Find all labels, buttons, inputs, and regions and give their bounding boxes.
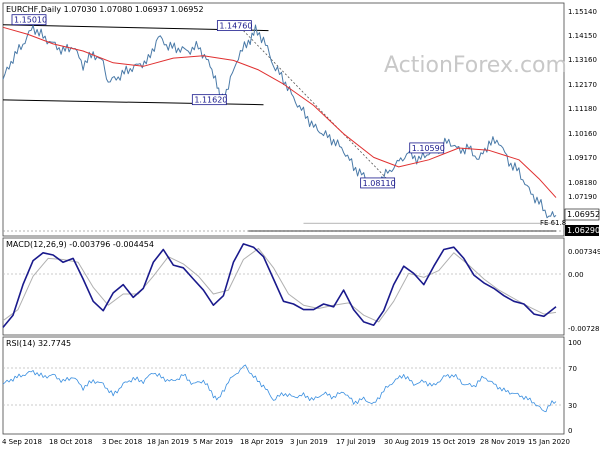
x-tick-label: 18 Apr 2019 xyxy=(240,438,283,446)
macd-y-tick-label: -0.007285 xyxy=(568,325,600,333)
y-tick-label: 1.09170 xyxy=(568,154,597,162)
macd-y-axis: 0.007349 0.00 -0.007285 xyxy=(568,248,600,333)
y-tick-label: 1.12170 xyxy=(568,81,597,89)
x-axis: 4 Sep 2018 18 Oct 2018 3 Dec 2018 18 Jan… xyxy=(2,438,570,446)
rsi-y-tick-label: 30 xyxy=(568,402,577,410)
macd-y-tick-label: 0.007349 xyxy=(568,248,600,256)
projection-dotted-line xyxy=(243,30,394,187)
rsi-y-tick-label: 70 xyxy=(568,365,577,373)
x-tick-label: 15 Jan 2020 xyxy=(528,438,570,446)
macd-panel-title: MACD(12,26,9) -0.003796 -0.004454 xyxy=(6,240,154,249)
x-tick-label: 5 Mar 2019 xyxy=(193,438,233,446)
forex-chart: ActionForex.com EURCHF,Daily 1.07030 1.0… xyxy=(2,2,600,446)
y-tick-label: 1.08180 xyxy=(568,179,597,187)
x-tick-label: 4 Sep 2018 xyxy=(2,438,42,446)
main-panel-frame xyxy=(2,2,565,237)
rsi-y-axis: 100 70 30 0 xyxy=(568,339,581,435)
x-tick-label: 3 Dec 2018 xyxy=(102,438,142,446)
x-tick-label: 17 Jul 2019 xyxy=(336,438,376,446)
price-label-text: 1.15010 xyxy=(14,16,47,25)
y-tick-label: 1.10160 xyxy=(568,130,597,138)
y-tick-label: 1.11180 xyxy=(568,105,597,113)
main-panel-title: EURCHF,Daily 1.07030 1.07080 1.06937 1.0… xyxy=(6,5,204,14)
y-tick-label: 1.13160 xyxy=(568,56,597,64)
support-price-label: 1.06290 xyxy=(567,226,600,235)
x-tick-label: 3 Jun 2019 xyxy=(290,438,328,446)
x-tick-label: 28 Nov 2019 xyxy=(480,438,525,446)
current-price-label: 1.06952 xyxy=(567,210,600,219)
rsi-panel-title: RSI(14) 32.7745 xyxy=(6,339,71,348)
y-tick-label: 1.15140 xyxy=(568,8,597,16)
price-label-text: 1.14760 xyxy=(219,22,252,31)
price-label-text: 1.08110 xyxy=(363,179,396,188)
rsi-y-tick-label: 0 xyxy=(568,427,572,435)
y-tick-label: 1.07190 xyxy=(568,193,597,201)
watermark: ActionForex.com xyxy=(384,53,567,78)
macd-y-tick-label: 0.00 xyxy=(568,271,584,279)
x-tick-label: 18 Oct 2018 xyxy=(49,438,92,446)
main-y-axis: 1.15140 1.14150 1.13160 1.12170 1.11180 … xyxy=(568,8,597,201)
macd-series xyxy=(2,243,557,328)
price-label-text: 1.10590 xyxy=(412,144,445,153)
x-tick-label: 15 Oct 2019 xyxy=(432,438,475,446)
x-tick-label: 30 Aug 2019 xyxy=(384,438,429,446)
price-label-text: 1.11620 xyxy=(194,96,227,105)
rsi-y-tick-label: 100 xyxy=(568,339,581,347)
x-tick-label: 18 Jan 2019 xyxy=(147,438,189,446)
y-tick-label: 1.14150 xyxy=(568,32,597,40)
